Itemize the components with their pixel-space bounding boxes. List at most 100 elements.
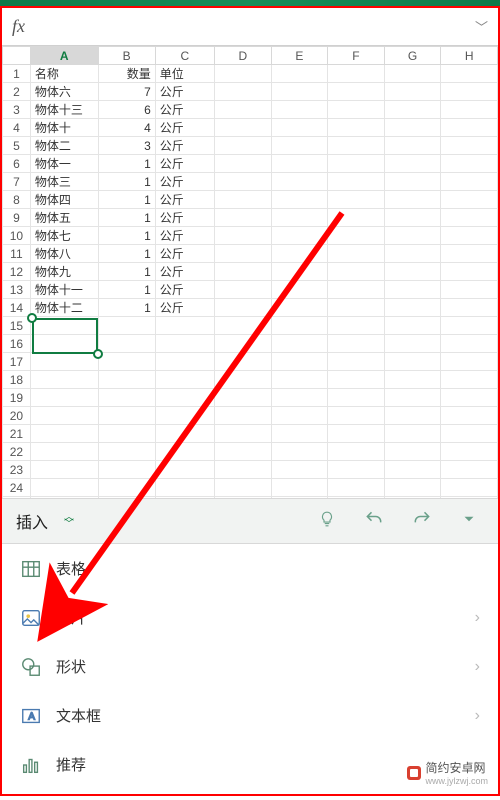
cell-G5[interactable] [384, 137, 441, 155]
row-header-2[interactable]: 2 [3, 83, 31, 101]
row-header-6[interactable]: 6 [3, 155, 31, 173]
cell-A16[interactable] [30, 335, 98, 353]
cell-E18[interactable] [271, 371, 328, 389]
column-header-G[interactable]: G [384, 47, 441, 65]
cell-E24[interactable] [271, 479, 328, 497]
column-header-C[interactable]: C [155, 47, 214, 65]
cell-C8[interactable]: 公斤 [155, 191, 214, 209]
cell-D24[interactable] [214, 479, 271, 497]
cell-D5[interactable] [214, 137, 271, 155]
cell-C2[interactable]: 公斤 [155, 83, 214, 101]
cell-A14[interactable]: 物体十二 [30, 299, 98, 317]
cell-B19[interactable] [98, 389, 155, 407]
cell-G12[interactable] [384, 263, 441, 281]
cell-G1[interactable] [384, 65, 441, 83]
cell-H15[interactable] [441, 317, 498, 335]
column-header-H[interactable]: H [441, 47, 498, 65]
cell-C12[interactable]: 公斤 [155, 263, 214, 281]
cell-H6[interactable] [441, 155, 498, 173]
cell-H17[interactable] [441, 353, 498, 371]
cell-F18[interactable] [328, 371, 385, 389]
cell-A19[interactable] [30, 389, 98, 407]
cell-B1[interactable]: 数量 [98, 65, 155, 83]
cell-B15[interactable] [98, 317, 155, 335]
cell-F19[interactable] [328, 389, 385, 407]
row-header-15[interactable]: 15 [3, 317, 31, 335]
cell-E14[interactable] [271, 299, 328, 317]
cell-H11[interactable] [441, 245, 498, 263]
cell-A6[interactable]: 物体一 [30, 155, 98, 173]
cell-B3[interactable]: 6 [98, 101, 155, 119]
cell-B6[interactable]: 1 [98, 155, 155, 173]
column-header-F[interactable]: F [328, 47, 385, 65]
formula-input[interactable] [25, 19, 475, 35]
cell-F23[interactable] [328, 461, 385, 479]
cell-G3[interactable] [384, 101, 441, 119]
cell-H24[interactable] [441, 479, 498, 497]
cell-D21[interactable] [214, 425, 271, 443]
cell-B22[interactable] [98, 443, 155, 461]
cell-G17[interactable] [384, 353, 441, 371]
cell-E12[interactable] [271, 263, 328, 281]
cell-C4[interactable]: 公斤 [155, 119, 214, 137]
cell-D14[interactable] [214, 299, 271, 317]
cell-B14[interactable]: 1 [98, 299, 155, 317]
cell-A24[interactable] [30, 479, 98, 497]
cell-E8[interactable] [271, 191, 328, 209]
cell-A23[interactable] [30, 461, 98, 479]
cell-C14[interactable]: 公斤 [155, 299, 214, 317]
cell-C13[interactable]: 公斤 [155, 281, 214, 299]
cell-A3[interactable]: 物体十三 [30, 101, 98, 119]
cell-A9[interactable]: 物体五 [30, 209, 98, 227]
cell-G13[interactable] [384, 281, 441, 299]
cell-F7[interactable] [328, 173, 385, 191]
menu-item-table[interactable]: 表格 [2, 544, 498, 593]
cell-G8[interactable] [384, 191, 441, 209]
cell-D12[interactable] [214, 263, 271, 281]
cell-C5[interactable]: 公斤 [155, 137, 214, 155]
cell-B13[interactable]: 1 [98, 281, 155, 299]
cell-E4[interactable] [271, 119, 328, 137]
cell-D1[interactable] [214, 65, 271, 83]
cell-F8[interactable] [328, 191, 385, 209]
cell-F11[interactable] [328, 245, 385, 263]
cell-E15[interactable] [271, 317, 328, 335]
cell-H4[interactable] [441, 119, 498, 137]
row-header-9[interactable]: 9 [3, 209, 31, 227]
cell-A17[interactable] [30, 353, 98, 371]
cell-E16[interactable] [271, 335, 328, 353]
cell-B2[interactable]: 7 [98, 83, 155, 101]
cell-G22[interactable] [384, 443, 441, 461]
cell-H14[interactable] [441, 299, 498, 317]
row-header-14[interactable]: 14 [3, 299, 31, 317]
cell-D16[interactable] [214, 335, 271, 353]
cell-A21[interactable] [30, 425, 98, 443]
cell-H10[interactable] [441, 227, 498, 245]
cell-G14[interactable] [384, 299, 441, 317]
row-header-21[interactable]: 21 [3, 425, 31, 443]
cell-F10[interactable] [328, 227, 385, 245]
cell-G7[interactable] [384, 173, 441, 191]
cell-D18[interactable] [214, 371, 271, 389]
cell-B24[interactable] [98, 479, 155, 497]
cell-D15[interactable] [214, 317, 271, 335]
cell-G10[interactable] [384, 227, 441, 245]
row-header-11[interactable]: 11 [3, 245, 31, 263]
menu-item-textbox[interactable]: A 文本框 › [2, 691, 498, 740]
cell-D7[interactable] [214, 173, 271, 191]
row-header-4[interactable]: 4 [3, 119, 31, 137]
cell-H9[interactable] [441, 209, 498, 227]
cell-G9[interactable] [384, 209, 441, 227]
row-header-17[interactable]: 17 [3, 353, 31, 371]
cell-H7[interactable] [441, 173, 498, 191]
cell-F15[interactable] [328, 317, 385, 335]
cell-C20[interactable] [155, 407, 214, 425]
cell-E7[interactable] [271, 173, 328, 191]
menu-item-chart[interactable]: 图表 [2, 789, 498, 794]
cell-F20[interactable] [328, 407, 385, 425]
cell-F6[interactable] [328, 155, 385, 173]
cell-A12[interactable]: 物体九 [30, 263, 98, 281]
cell-E1[interactable] [271, 65, 328, 83]
row-header-12[interactable]: 12 [3, 263, 31, 281]
cell-A18[interactable] [30, 371, 98, 389]
